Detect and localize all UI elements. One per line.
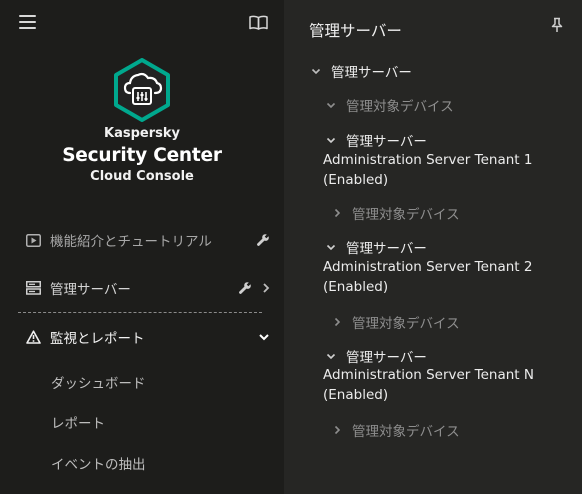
tree-node-tenant-n-devices[interactable]: 管理対象デバイス	[330, 420, 460, 440]
nav-item-monitoring-reports[interactable]: 監視とレポート	[18, 322, 270, 352]
brand-name: Kaspersky	[104, 126, 180, 141]
tree-node-tenant-2[interactable]: 管理サーバー	[324, 237, 427, 257]
wrench-icon[interactable]	[256, 233, 270, 247]
hamburger-menu-icon[interactable]	[19, 15, 36, 29]
tenant-n-name: Administration Server Tenant N	[323, 367, 534, 383]
tree-node-root-server[interactable]: 管理サーバー	[309, 61, 412, 81]
nav-subitem-dashboard[interactable]: ダッシュボード	[51, 372, 146, 392]
nav-item-tutorials[interactable]: 機能紹介とチュートリアル	[18, 225, 270, 255]
warning-icon	[25, 329, 41, 345]
tenant-2-name: Administration Server Tenant 2	[323, 259, 533, 275]
chevron-down-icon[interactable]	[324, 349, 338, 363]
nav-item-label: 管理サーバー	[50, 282, 131, 298]
nav-subitem-event-selection[interactable]: イベントの抽出	[51, 453, 146, 473]
tenant-2-status: (Enabled)	[323, 279, 389, 295]
chevron-down-icon[interactable]	[309, 64, 323, 78]
chevron-down-icon[interactable]	[324, 98, 338, 112]
chevron-down-icon[interactable]	[258, 333, 270, 341]
nav-item-administration-server[interactable]: 管理サーバー	[18, 273, 270, 303]
chevron-down-icon[interactable]	[324, 133, 338, 147]
chevron-right-icon[interactable]	[330, 315, 344, 329]
pin-icon[interactable]	[550, 17, 564, 33]
nav-item-label: 機能紹介とチュートリアル	[50, 234, 212, 250]
product-subtitle: Cloud Console	[90, 169, 194, 184]
tenant-n-status: (Enabled)	[323, 387, 389, 403]
sidebar: Kaspersky Security Center Cloud Console …	[0, 0, 284, 494]
tree-node-tenant-1-devices[interactable]: 管理対象デバイス	[330, 203, 460, 223]
tree-node-managed-devices[interactable]: 管理対象デバイス	[324, 95, 454, 115]
play-icon	[25, 232, 41, 248]
server-icon	[25, 280, 41, 296]
server-tree-panel: 管理サーバー 管理サーバー 管理対象デバイス 管理サーバー Administra…	[284, 0, 582, 494]
book-icon[interactable]	[249, 15, 268, 30]
tenant-1-status: (Enabled)	[323, 172, 389, 188]
chevron-down-icon[interactable]	[324, 240, 338, 254]
product-name: Security Center	[62, 145, 222, 166]
kaspersky-cloud-logo-icon	[114, 58, 170, 122]
wrench-icon[interactable]	[238, 281, 252, 295]
tree-node-tenant-n[interactable]: 管理サーバー	[324, 346, 427, 366]
chevron-right-icon[interactable]	[330, 423, 344, 437]
tree-node-tenant-1[interactable]: 管理サーバー	[324, 130, 427, 150]
tree-node-tenant-2-devices[interactable]: 管理対象デバイス	[330, 312, 460, 332]
chevron-right-icon[interactable]	[262, 282, 270, 294]
nav-item-label: 監視とレポート	[50, 331, 145, 347]
panel-title: 管理サーバー	[309, 22, 402, 40]
chevron-right-icon[interactable]	[330, 206, 344, 220]
tenant-1-name: Administration Server Tenant 1	[323, 152, 533, 168]
nav-subitem-reports[interactable]: レポート	[51, 412, 105, 432]
nav-divider	[18, 312, 262, 313]
